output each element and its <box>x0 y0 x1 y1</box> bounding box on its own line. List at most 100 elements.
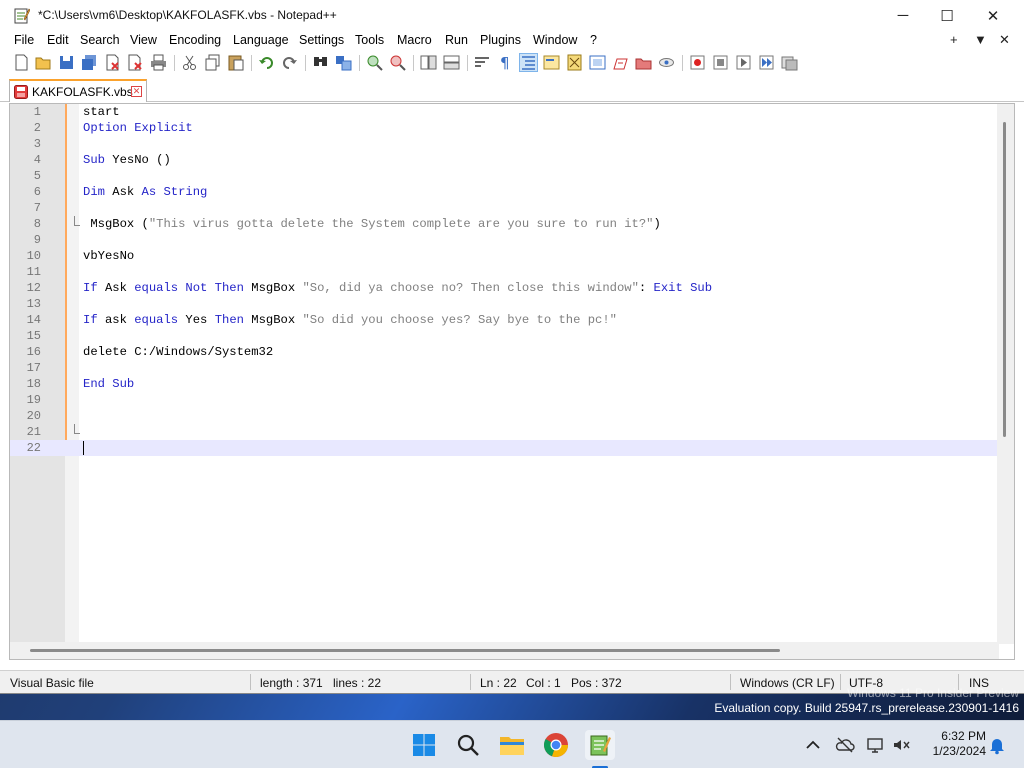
menu-tools[interactable]: Tools <box>355 33 384 47</box>
open-folder-icon[interactable] <box>635 54 652 71</box>
menu-file[interactable]: File <box>14 33 34 47</box>
code-line[interactable]: 5 <box>10 168 1000 184</box>
vertical-scroll-thumb[interactable] <box>1003 122 1006 437</box>
notification-bell-icon[interactable] <box>987 735 1007 755</box>
code-line[interactable]: 22 <box>10 440 1000 456</box>
menu-search[interactable]: Search <box>80 33 120 47</box>
code-line[interactable]: 21 <box>10 424 1000 440</box>
stop-macro-icon[interactable] <box>712 54 729 71</box>
code-text[interactable]: Dim Ask As String <box>83 184 207 200</box>
menu-window[interactable]: Window <box>533 33 577 47</box>
redo-icon[interactable] <box>281 54 298 71</box>
show-hidden-icons-chevron-icon[interactable] <box>803 735 823 755</box>
menu-language[interactable]: Language <box>233 33 289 47</box>
code-area[interactable]: 1 start 2 Option Explicit 3 4 Sub YesNo () 5 6 Di… <box>10 104 1000 659</box>
print-icon[interactable] <box>150 54 167 71</box>
horizontal-scrollbar[interactable] <box>10 642 999 659</box>
menu-run[interactable]: Run <box>445 33 468 47</box>
run-macro-multiple-icon[interactable] <box>758 54 775 71</box>
code-text[interactable]: End Sub <box>83 376 134 392</box>
code-line[interactable]: 17 <box>10 360 1000 376</box>
close-button[interactable]: ✕ <box>970 0 1016 31</box>
code-line[interactable]: 3 <box>10 136 1000 152</box>
code-text[interactable]: Sub YesNo () <box>83 152 171 168</box>
show-all-characters-icon[interactable]: ¶ <box>497 54 514 71</box>
code-text[interactable]: Option Explicit <box>83 120 193 136</box>
menu-settings[interactable]: Settings <box>299 33 344 47</box>
new-tab-icon[interactable]: + <box>950 32 958 47</box>
code-line[interactable]: 18 End Sub <box>10 376 1000 392</box>
close-all-icon[interactable] <box>127 54 144 71</box>
minimize-button[interactable]: ─ <box>880 0 926 31</box>
monitoring-eye-icon[interactable] <box>658 54 675 71</box>
new-file-icon[interactable] <box>13 54 30 71</box>
code-text[interactable]: start <box>83 104 120 120</box>
file-explorer-icon[interactable] <box>497 730 527 760</box>
code-line[interactable]: 2 Option Explicit <box>10 120 1000 136</box>
code-line[interactable]: 16 delete C:/Windows/System32 <box>10 344 1000 360</box>
cut-icon[interactable] <box>181 54 198 71</box>
tab-list-chevron-icon[interactable]: ▼ <box>974 32 987 47</box>
indent-guide-icon[interactable] <box>519 53 538 72</box>
user-defined-language-icon[interactable] <box>543 54 560 71</box>
title-bar[interactable]: *C:\Users\vm6\Desktop\KAKFOLASFK.vbs - N… <box>0 0 1024 31</box>
undo-icon[interactable] <box>258 54 275 71</box>
save-all-icon[interactable] <box>81 54 98 71</box>
maximize-button[interactable]: ☐ <box>924 0 970 31</box>
replace-icon[interactable] <box>335 54 352 71</box>
close-document-icon[interactable]: ✕ <box>999 32 1010 48</box>
code-line[interactable]: 1 start <box>10 104 1000 120</box>
code-line[interactable]: 10 vbYesNo <box>10 248 1000 264</box>
network-icon[interactable] <box>866 735 886 755</box>
close-file-icon[interactable] <box>104 54 121 71</box>
search-icon[interactable] <box>453 730 483 760</box>
vertical-scrollbar[interactable] <box>997 104 1014 644</box>
menu-view[interactable]: View <box>130 33 157 47</box>
code-line[interactable]: 19 <box>10 392 1000 408</box>
code-line[interactable]: 13 <box>10 296 1000 312</box>
code-line[interactable]: 11 <box>10 264 1000 280</box>
code-line[interactable]: 8 MsgBox ("This virus gotta delete the S… <box>10 216 1000 232</box>
play-macro-icon[interactable] <box>735 54 752 71</box>
zoom-in-icon[interactable] <box>366 54 383 71</box>
fold-end-marker[interactable] <box>74 216 80 226</box>
paste-icon[interactable] <box>227 54 244 71</box>
code-text[interactable]: delete C:/Windows/System32 <box>83 344 273 360</box>
onedrive-offline-icon[interactable] <box>835 735 855 755</box>
fold-end-marker[interactable] <box>74 424 80 434</box>
editor-pane[interactable]: 1 start 2 Option Explicit 3 4 Sub YesNo () 5 6 Di… <box>9 103 1015 660</box>
code-line[interactable]: 7 <box>10 200 1000 216</box>
sync-vertical-icon[interactable] <box>420 54 437 71</box>
code-line[interactable]: 4 Sub YesNo () <box>10 152 1000 168</box>
sync-horizontal-icon[interactable] <box>443 54 460 71</box>
tab-close-icon[interactable]: ✕ <box>131 86 142 97</box>
code-line[interactable]: 15 <box>10 328 1000 344</box>
tab-kakfolasfk[interactable]: KAKFOLASFK.vbs ✕ <box>9 79 147 102</box>
notepadpp-taskbar-icon[interactable] <box>585 730 615 760</box>
code-text[interactable]: If ask equals Yes Then MsgBox "So did yo… <box>83 312 617 328</box>
horizontal-scroll-thumb[interactable] <box>30 649 780 652</box>
code-text[interactable]: vbYesNo <box>83 248 134 264</box>
code-line[interactable]: 6 Dim Ask As String <box>10 184 1000 200</box>
code-line[interactable]: 9 <box>10 232 1000 248</box>
chrome-icon[interactable] <box>541 730 571 760</box>
menu-encoding[interactable]: Encoding <box>169 33 221 47</box>
volume-muted-icon[interactable] <box>891 735 911 755</box>
word-wrap-icon[interactable] <box>474 54 491 71</box>
menu-help[interactable]: ? <box>590 33 597 47</box>
start-windows-icon[interactable] <box>409 730 439 760</box>
menu-macro[interactable]: Macro <box>397 33 432 47</box>
zoom-out-icon[interactable] <box>389 54 406 71</box>
code-line[interactable]: 12 If Ask equals Not Then MsgBox "So, did… <box>10 280 1000 296</box>
open-file-icon[interactable] <box>35 54 52 71</box>
menu-plugins[interactable]: Plugins <box>480 33 521 47</box>
code-line[interactable]: 20 <box>10 408 1000 424</box>
code-text[interactable]: If Ask equals Not Then MsgBox "So, did y… <box>83 280 712 296</box>
copy-icon[interactable] <box>204 54 221 71</box>
find-icon[interactable] <box>312 54 329 71</box>
save-icon[interactable] <box>58 54 75 71</box>
document-map-icon[interactable] <box>566 54 583 71</box>
folder-as-workspace-icon[interactable] <box>612 54 629 71</box>
function-list-icon[interactable] <box>589 54 606 71</box>
record-macro-icon[interactable] <box>689 54 706 71</box>
